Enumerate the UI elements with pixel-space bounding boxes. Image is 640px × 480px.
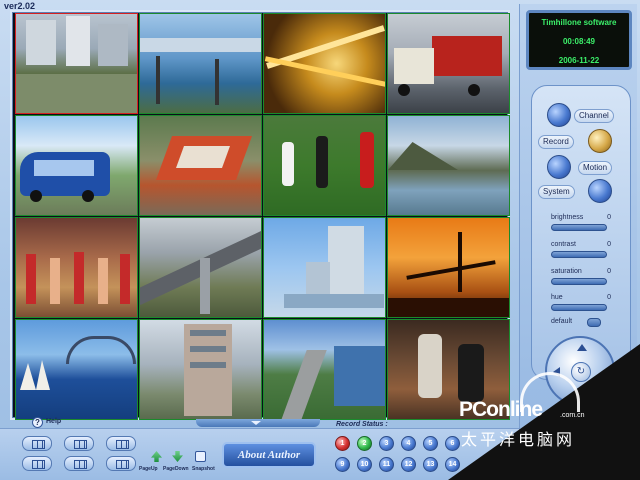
camera-cell-12[interactable]	[387, 217, 510, 318]
clock-display: Timhillone software 00:08:49 2006-11-22	[526, 10, 632, 70]
record-channel-9[interactable]: 9	[335, 457, 350, 472]
hue-label: hue	[551, 294, 563, 301]
record-channel-10[interactable]: 10	[357, 457, 372, 472]
system-label: System	[538, 185, 575, 199]
brightness-value: 0	[607, 214, 611, 221]
record-button[interactable]	[588, 129, 612, 153]
refresh-icon[interactable]: ↻	[571, 362, 591, 382]
watermark-brand: PConline	[459, 398, 543, 421]
watermark-domain: .com.cn	[560, 412, 585, 419]
camera-cell-15[interactable]	[263, 319, 386, 420]
default-button[interactable]	[587, 318, 601, 327]
saturation-slider[interactable]: saturation 0	[545, 268, 611, 290]
saturation-track[interactable]	[551, 278, 607, 285]
record-channel-11[interactable]: 11	[379, 457, 394, 472]
default-label: default	[551, 318, 573, 325]
camera-cell-4[interactable]	[387, 13, 510, 114]
camera-cell-7[interactable]	[263, 115, 386, 216]
hue-slider[interactable]: hue 0	[545, 294, 611, 316]
camera-grid	[15, 13, 510, 420]
clock-time: 00:08:49	[562, 37, 596, 46]
camera-cell-9[interactable]	[15, 217, 138, 318]
camera-cell-3[interactable]	[263, 13, 386, 114]
saturation-label: saturation	[551, 268, 582, 275]
clock-date: 2006-11-22	[558, 56, 600, 65]
arrow-up-icon[interactable]	[577, 344, 587, 351]
system-button[interactable]	[588, 179, 612, 203]
help-icon[interactable]: ?	[32, 417, 43, 428]
app-window: ver2.02 Timhillone software 00:08:49 200…	[0, 0, 640, 480]
hue-value: 0	[607, 294, 611, 301]
layout-3x3-button[interactable]	[106, 436, 136, 451]
record-channel-4[interactable]: 4	[401, 436, 416, 451]
camera-cell-1[interactable]	[15, 13, 138, 114]
snapshot-label: Snapshot	[192, 466, 215, 472]
video-frame	[10, 10, 510, 420]
record-channel-12[interactable]: 12	[401, 457, 416, 472]
channel-button[interactable]	[547, 103, 571, 127]
camera-cell-14[interactable]	[139, 319, 262, 420]
snapshot-icon[interactable]	[195, 451, 206, 462]
brightness-slider[interactable]: brightness 0	[545, 214, 611, 236]
contrast-label: contrast	[551, 241, 576, 248]
camera-cell-2[interactable]	[139, 13, 262, 114]
motion-label: Motion	[578, 161, 613, 175]
record-channel-13[interactable]: 13	[423, 457, 438, 472]
page-down-label: PageDown	[163, 466, 189, 472]
watermark-chinese: 太平洋电脑网	[461, 432, 576, 449]
layout-1x1-button[interactable]	[22, 436, 52, 451]
contrast-slider[interactable]: contrast 0	[545, 241, 611, 263]
camera-cell-8[interactable]	[387, 115, 510, 216]
camera-cell-13[interactable]	[15, 319, 138, 420]
contrast-track[interactable]	[551, 251, 607, 258]
channel-label: Channel	[574, 109, 614, 123]
help-label: Help	[46, 418, 62, 425]
brightness-label: brightness	[551, 214, 584, 221]
record-channel-5[interactable]: 5	[423, 436, 438, 451]
record-channel-14[interactable]: 14	[445, 457, 460, 472]
hue-track[interactable]	[551, 304, 607, 311]
layout-6-button[interactable]	[64, 456, 94, 471]
layout-2x2-button[interactable]	[64, 436, 94, 451]
company-name: Timhillone software	[541, 18, 617, 27]
page-up-label: PageUp	[139, 466, 158, 472]
record-channel-6[interactable]: 6	[445, 436, 460, 451]
record-channel-2[interactable]: 2	[357, 436, 372, 451]
about-author-button[interactable]: About Author	[222, 442, 316, 468]
camera-cell-6[interactable]	[139, 115, 262, 216]
motion-button[interactable]	[547, 155, 571, 179]
record-status-label: Record Status :	[336, 421, 388, 428]
layout-4x4-button[interactable]	[22, 456, 52, 471]
saturation-value: 0	[607, 268, 611, 275]
camera-cell-11[interactable]	[263, 217, 386, 318]
brightness-track[interactable]	[551, 224, 607, 231]
record-label: Record	[538, 135, 574, 149]
record-channel-1[interactable]: 1	[335, 436, 350, 451]
camera-cell-10[interactable]	[139, 217, 262, 318]
camera-cell-5[interactable]	[15, 115, 138, 216]
record-channel-3[interactable]: 3	[379, 436, 394, 451]
grid-scroll-tab[interactable]	[196, 419, 320, 427]
layout-8-button[interactable]	[106, 456, 136, 471]
contrast-value: 0	[607, 241, 611, 248]
